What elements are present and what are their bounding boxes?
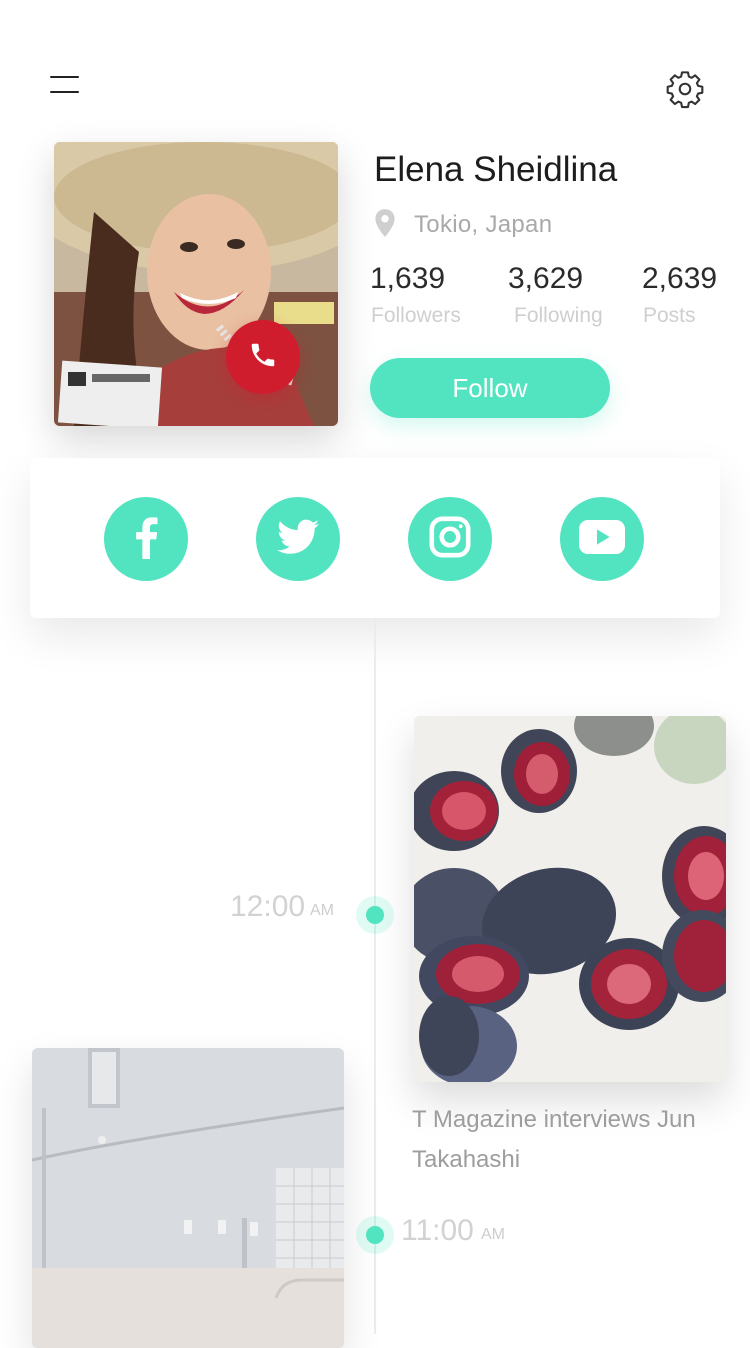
instagram-button[interactable] [408,497,492,581]
profile-photo [54,142,338,426]
twitter-icon [277,519,319,560]
facebook-button[interactable] [104,497,188,581]
hamburger-menu-icon[interactable] [46,72,86,100]
timeline-time-1: 12:00 [230,890,306,923]
map-pin-icon [372,208,398,243]
post-image-figs[interactable] [414,716,726,1082]
timeline-ampm-2: AM [481,1226,505,1243]
post-image-building[interactable] [32,1048,344,1348]
posts-label: Posts [643,304,696,327]
post-caption: T Magazine interviews Jun Takahashi [412,1106,696,1173]
location: Tokio, Japan [372,208,552,242]
facebook-icon [126,515,166,564]
twitter-button[interactable] [256,497,340,581]
location-text: Tokio, Japan [414,211,553,238]
timeline-dot-2 [356,1216,394,1254]
profile-name: Elena Sheidlina [374,150,618,189]
youtube-button[interactable] [560,497,644,581]
phone-icon [248,340,278,375]
timeline-time-2: 11:00 [401,1214,474,1247]
instagram-icon [427,514,473,565]
call-button[interactable] [226,320,300,394]
youtube-icon [578,519,626,560]
timeline-ampm-1: AM [310,902,334,919]
following-count[interactable]: 3,629 [508,262,583,296]
posts-count[interactable]: 2,639 [642,262,717,296]
followers-label: Followers [371,304,461,327]
follow-button[interactable]: Follow [370,358,610,418]
followers-count[interactable]: 1,639 [370,262,445,296]
timeline-dot-1 [356,896,394,934]
gear-icon[interactable] [664,68,706,110]
following-label: Following [514,304,603,327]
